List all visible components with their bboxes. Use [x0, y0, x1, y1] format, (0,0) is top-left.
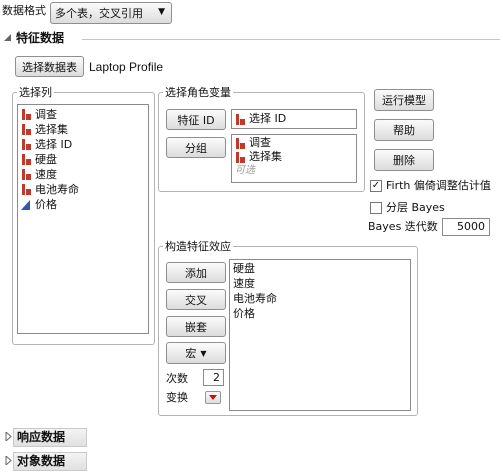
macro-button[interactable]: 宏 ▼ — [166, 342, 226, 364]
columns-list[interactable]: 调查 选择集 选择 ID 硬盘 速度 电池寿命 价格 — [17, 104, 149, 334]
transform-label: 变换 — [166, 391, 188, 404]
nominal-bar-icon — [22, 154, 31, 165]
bayes-iterations-input[interactable]: 5000 — [442, 218, 490, 236]
transform-dropdown[interactable] — [205, 391, 221, 404]
role-variables-title: 选择角色变量 — [163, 86, 233, 99]
firth-checkbox[interactable]: ✓ — [370, 180, 382, 192]
select-columns-title: 选择列 — [17, 86, 54, 99]
list-item[interactable]: 价格 — [18, 197, 148, 212]
list-item[interactable]: 速度 — [230, 276, 410, 291]
nominal-bar-icon — [22, 184, 31, 195]
list-item[interactable]: 电池寿命 — [230, 291, 410, 306]
continuous-triangle-icon — [21, 199, 30, 210]
data-format-value: 多个表，交叉引用 — [55, 7, 143, 20]
nominal-bar-icon — [22, 109, 31, 120]
section-title: 特征数据 — [16, 31, 65, 45]
nominal-bar-icon — [22, 139, 31, 150]
disclosure-closed-icon[interactable] — [4, 456, 13, 465]
nominal-bar-icon — [22, 169, 31, 180]
list-item[interactable]: 选择集 — [18, 122, 148, 137]
degree-label: 次数 — [166, 372, 188, 385]
data-format-select[interactable]: 多个表，交叉引用 ▼ — [50, 2, 172, 24]
effects-list[interactable]: 硬盘 速度 电池寿命 价格 — [229, 259, 411, 411]
disclosure-closed-icon[interactable] — [4, 432, 13, 441]
help-button[interactable]: 帮助 — [374, 119, 434, 141]
section-divider — [82, 39, 500, 40]
bayes-checkbox[interactable] — [370, 202, 382, 214]
list-item[interactable]: 电池寿命 — [18, 182, 148, 197]
data-format-label: 数据格式 — [2, 4, 46, 17]
list-item[interactable]: 速度 — [18, 167, 148, 182]
table-name: Laptop Profile — [89, 60, 164, 74]
nominal-bar-icon — [236, 151, 245, 163]
construct-effects-title: 构造特征效应 — [163, 240, 233, 253]
list-item[interactable]: 硬盘 — [18, 152, 148, 167]
feature-id-value: 选择 ID — [249, 112, 287, 125]
macro-label: 宏 — [185, 347, 197, 360]
list-item[interactable]: 调查 — [18, 107, 148, 122]
feature-id-field[interactable]: 选择 ID — [231, 109, 357, 129]
firth-label: Firth 偏倚调整估计值 — [386, 179, 491, 192]
feature-id-button[interactable]: 特征 ID — [166, 109, 226, 130]
nominal-bar-icon — [236, 137, 245, 149]
list-item[interactable]: 硬盘 — [230, 261, 410, 276]
response-data-header[interactable]: 响应数据 — [13, 428, 87, 447]
bayes-label: 分层 Bayes — [386, 201, 445, 214]
chevron-down-icon: ▼ — [158, 7, 165, 17]
bayes-iterations-label: Bayes 迭代数 — [368, 220, 438, 233]
red-triangle-icon — [209, 395, 217, 400]
cross-button[interactable]: 交叉 — [166, 289, 226, 310]
list-item[interactable]: 选择集 — [232, 150, 356, 164]
grouping-button[interactable]: 分组 — [166, 137, 226, 158]
add-button[interactable]: 添加 — [166, 262, 226, 283]
grouping-field[interactable]: 调查 选择集 可选 — [231, 134, 357, 183]
degree-input[interactable]: 2 — [203, 369, 224, 386]
nominal-bar-icon — [22, 124, 31, 135]
optional-hint: 可选 — [235, 165, 255, 176]
list-item[interactable]: 调查 — [232, 136, 356, 150]
nominal-bar-icon — [236, 113, 245, 125]
list-item[interactable]: 选择 ID — [18, 137, 148, 152]
nest-button[interactable]: 嵌套 — [166, 316, 226, 337]
list-item[interactable]: 价格 — [230, 306, 410, 321]
subject-data-header[interactable]: 对象数据 — [13, 452, 87, 471]
disclosure-open-icon[interactable] — [3, 33, 12, 42]
select-table-button[interactable]: 选择数据表 — [15, 56, 84, 77]
remove-button[interactable]: 删除 — [374, 149, 434, 171]
run-model-button[interactable]: 运行模型 — [374, 89, 434, 111]
dropdown-arrow-icon: ▼ — [200, 348, 207, 358]
